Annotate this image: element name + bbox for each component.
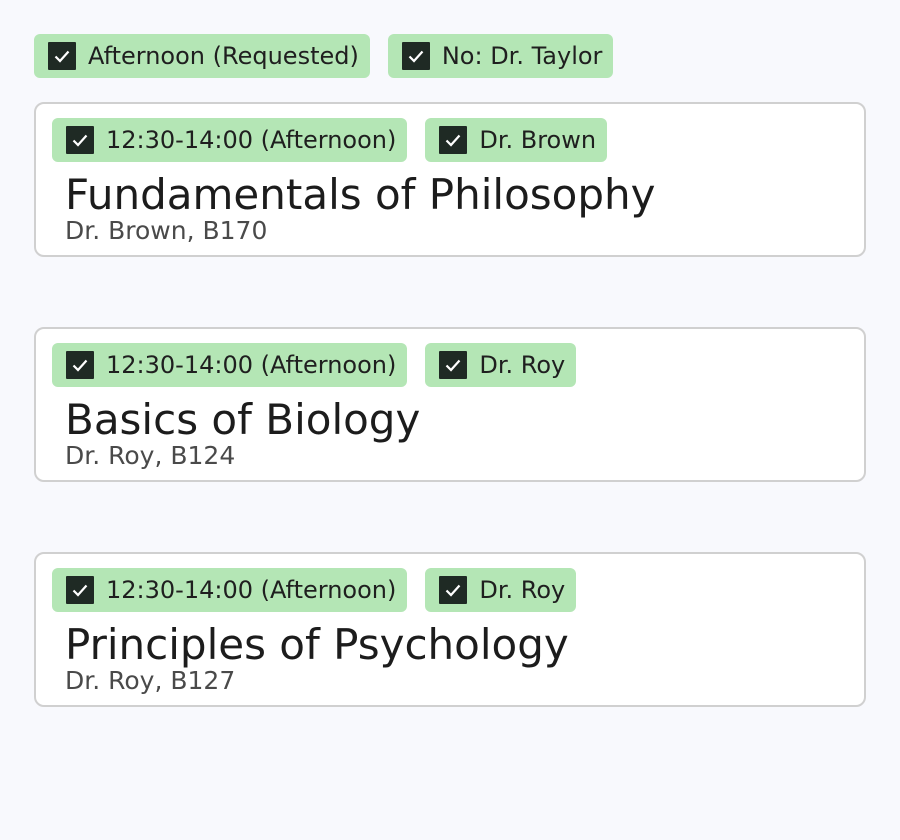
checkbox-checked-icon[interactable] [48,42,76,70]
instructor-tag[interactable]: Dr. Roy [425,343,577,387]
time-tag-label: 12:30-14:00 (Afternoon) [106,126,397,154]
filter-chip-label: No: Dr. Taylor [441,42,603,70]
time-tag-label: 12:30-14:00 (Afternoon) [106,351,397,379]
instructor-tag-label: Dr. Roy [479,351,566,379]
course-tags: 12:30-14:00 (Afternoon) Dr. Roy [52,343,577,387]
checkbox-checked-icon[interactable] [66,351,94,379]
filter-chips: Afternoon (Requested) No: Dr. Taylor [34,34,614,78]
course-instructor-room: Dr. Roy, B124 [65,441,236,470]
course-instructor-room: Dr. Brown, B170 [65,216,268,245]
filter-chip-exclude-instructor[interactable]: No: Dr. Taylor [387,34,614,78]
course-instructor-room: Dr. Roy, B127 [65,666,236,695]
course-card[interactable]: 12:30-14:00 (Afternoon) Dr. Roy Basics o… [34,327,866,482]
course-tags: 12:30-14:00 (Afternoon) Dr. Brown [52,118,608,162]
checkbox-checked-icon[interactable] [439,576,468,604]
time-tag[interactable]: 12:30-14:00 (Afternoon) [52,343,408,387]
checkbox-checked-icon[interactable] [66,576,94,604]
course-title: Basics of Biology [65,395,421,444]
time-tag-label: 12:30-14:00 (Afternoon) [106,576,397,604]
filter-chip-label: Afternoon (Requested) [88,42,359,70]
time-tag[interactable]: 12:30-14:00 (Afternoon) [52,118,408,162]
instructor-tag[interactable]: Dr. Roy [425,568,577,612]
course-card[interactable]: 12:30-14:00 (Afternoon) Dr. Brown Fundam… [34,102,866,257]
checkbox-checked-icon[interactable] [401,42,430,70]
course-title: Principles of Psychology [65,620,569,669]
checkbox-checked-icon[interactable] [439,351,468,379]
course-card[interactable]: 12:30-14:00 (Afternoon) Dr. Roy Principl… [34,552,866,707]
filter-chip-afternoon[interactable]: Afternoon (Requested) [34,34,370,78]
instructor-tag-label: Dr. Brown [479,126,597,154]
time-tag[interactable]: 12:30-14:00 (Afternoon) [52,568,408,612]
instructor-tag-label: Dr. Roy [479,576,566,604]
instructor-tag[interactable]: Dr. Brown [425,118,608,162]
course-tags: 12:30-14:00 (Afternoon) Dr. Roy [52,568,577,612]
checkbox-checked-icon[interactable] [66,126,94,154]
course-title: Fundamentals of Philosophy [65,170,656,219]
checkbox-checked-icon[interactable] [439,126,468,154]
